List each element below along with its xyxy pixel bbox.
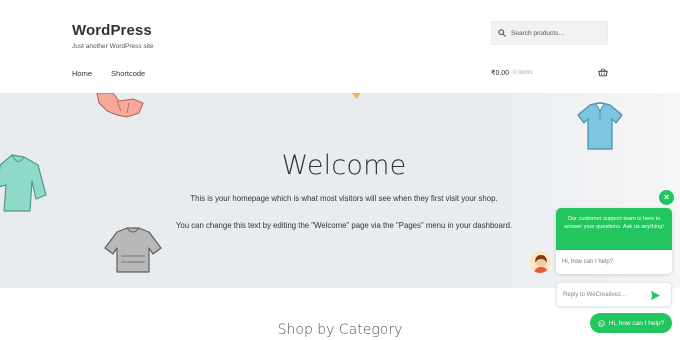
search-input[interactable] <box>511 29 606 37</box>
chat-panel: Our customer support team is here to ans… <box>556 208 672 274</box>
nav-item-home[interactable]: Home <box>72 69 92 78</box>
site-description: Just another WordPress site <box>72 43 154 50</box>
chat-prompt[interactable]: Hi, how can I help? <box>556 250 672 274</box>
primary-nav: Home Shortcode <box>72 69 145 78</box>
whatsapp-icon <box>598 319 605 327</box>
cart-count: 0 items <box>513 70 533 76</box>
hero-title: Welcome <box>281 150 407 181</box>
chat-greeting: Our customer support team is here to ans… <box>556 208 672 250</box>
section-title: Shop by Category <box>277 322 403 338</box>
cart-amount: ₹0.00 <box>491 70 510 77</box>
search-icon <box>498 29 506 37</box>
grey-sweater-icon <box>104 227 162 273</box>
chat-reply-placeholder: Reply to WeCreativez... <box>563 291 626 298</box>
send-icon[interactable] <box>650 290 661 301</box>
nav-item-shortcode[interactable]: Shortcode <box>111 69 145 78</box>
whatsapp-chat-button[interactable]: Hi, how can I help? <box>590 313 672 333</box>
search-box[interactable] <box>491 21 608 45</box>
site-title[interactable]: WordPress <box>72 22 152 39</box>
whatsapp-label: Hi, how can I help? <box>608 319 665 327</box>
site-header: WordPress Just another WordPress site Ho… <box>0 0 680 93</box>
close-icon: × <box>663 192 670 202</box>
chat-reply-field[interactable]: Reply to WeCreativez... <box>556 282 672 307</box>
blue-polo-shirt-icon <box>577 102 623 150</box>
pink-shirt-icon <box>96 93 144 118</box>
chat-close-button[interactable]: × <box>659 190 674 205</box>
orange-triangle-icon <box>352 93 361 99</box>
basket-icon <box>598 68 608 77</box>
cart-link[interactable]: ₹0.00 0 items <box>491 68 608 77</box>
avatar <box>528 250 552 274</box>
hero-paragraph-1: This is your homepage which is what most… <box>190 194 498 203</box>
